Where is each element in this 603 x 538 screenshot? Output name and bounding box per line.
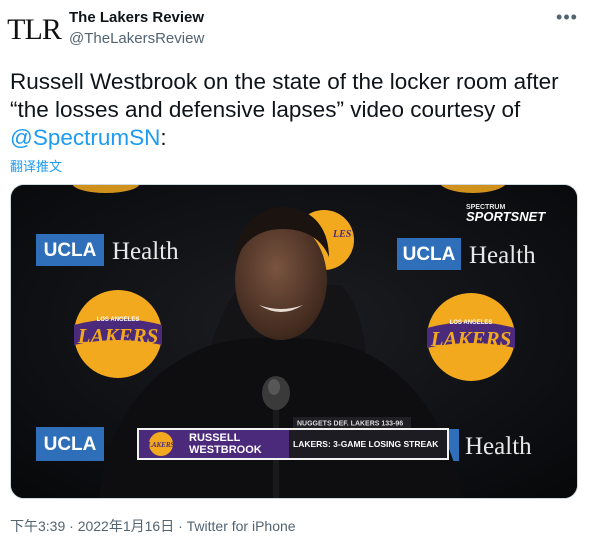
more-options-icon[interactable]: ••• xyxy=(556,6,578,28)
display-name[interactable]: The Lakers Review xyxy=(69,9,204,26)
lakers-top-label: LOS ANGELES xyxy=(450,320,493,326)
score-bar-text: NUGGETS DEF. LAKERS 133-96 xyxy=(297,421,403,428)
ucla-label: UCLA xyxy=(403,244,456,265)
lakers-logo: LOS ANGELES LAKERS xyxy=(74,290,162,378)
lower-third-logo: LAKERS xyxy=(147,441,175,449)
lakers-top-label: LOS ANGELES xyxy=(97,317,140,323)
lakers-logo: LOS ANGELES LAKERS xyxy=(427,293,515,381)
name-first: RUSSELL xyxy=(189,432,241,444)
lakers-fragment: LES xyxy=(332,229,352,240)
broadcaster-logo: SPORTSNET xyxy=(466,209,546,224)
tweet-text: Russell Westbrook on the state of the lo… xyxy=(10,68,590,152)
tweet-text-body: Russell Westbrook on the state of the lo… xyxy=(10,69,559,122)
health-label: Health xyxy=(465,433,532,460)
headline-text: LAKERS: 3-GAME LOSING STREAK xyxy=(293,439,439,449)
video-player[interactable]: SPECTRUM SPORTSNET UCLA Health UCLA Heal… xyxy=(10,184,578,499)
account-avatar[interactable]: TLR xyxy=(7,8,62,52)
lower-third: LAKERS RUSSELL WESTBROOK LAKERS: 3-GAME … xyxy=(137,428,449,460)
tweet-text-end: : xyxy=(160,125,167,150)
translate-tweet-link[interactable]: 翻译推文 xyxy=(10,156,62,175)
health-label: Health xyxy=(469,242,536,269)
lakers-wordmark: LAKERS xyxy=(430,327,512,351)
video-frame: SPECTRUM SPORTSNET UCLA Health UCLA Heal… xyxy=(11,185,577,498)
lakers-wordmark: LAKERS xyxy=(77,324,159,348)
name-last: WESTBROOK xyxy=(189,444,262,456)
ucla-label: UCLA xyxy=(44,240,97,261)
health-label: Health xyxy=(112,238,179,265)
mention-link[interactable]: @SpectrumSN xyxy=(10,125,160,150)
account-handle[interactable]: @TheLakersReview xyxy=(69,30,204,47)
ucla-label: UCLA xyxy=(44,434,97,455)
tweet-timestamp[interactable]: 下午3:39 · 2022年1月16日 · Twitter for iPhone xyxy=(10,516,296,536)
